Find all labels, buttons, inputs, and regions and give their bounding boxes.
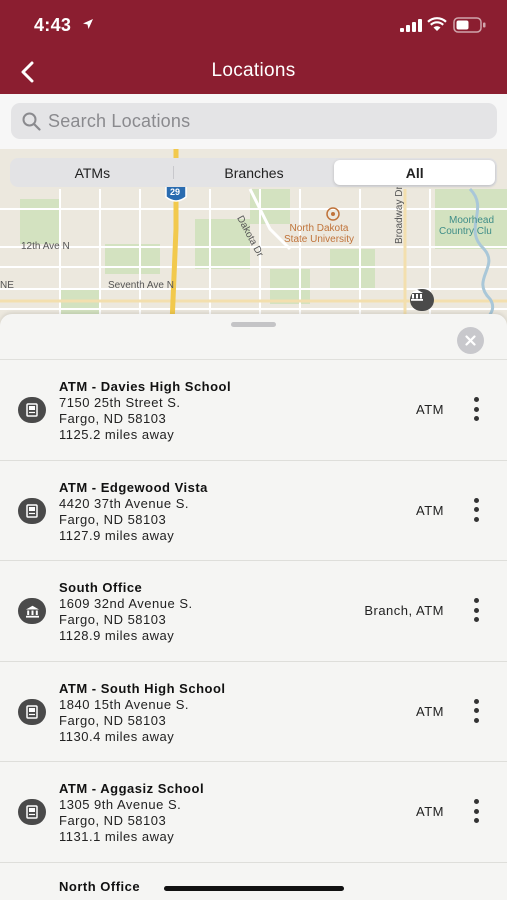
close-icon bbox=[465, 335, 476, 346]
location-type: ATM bbox=[416, 804, 444, 819]
location-row[interactable]: ATM - South High School 1840 15th Avenue… bbox=[0, 662, 507, 762]
location-distance: 1130.4 miles away bbox=[59, 728, 175, 744]
nav-bar: Locations bbox=[0, 50, 507, 94]
page-title: Locations bbox=[211, 60, 296, 81]
map-label-12th-ave: 12th Ave N bbox=[21, 241, 70, 252]
location-name: South Office bbox=[59, 580, 143, 595]
map-label-ndsu-line2: State University bbox=[284, 234, 355, 245]
map-pin-bank-icon[interactable] bbox=[410, 289, 434, 311]
location-row[interactable]: ATM - Aggasiz School 1305 9th Avenue S. … bbox=[0, 762, 507, 863]
location-type: Branch, ATM bbox=[364, 603, 444, 618]
location-city: Fargo, ND 58103 bbox=[59, 712, 167, 728]
location-type: ATM bbox=[416, 502, 444, 518]
search-input[interactable]: Search Locations bbox=[11, 103, 497, 139]
location-details: ATM - South High School 1840 15th Avenue… bbox=[59, 681, 226, 745]
location-street: 1840 15th Avenue S. bbox=[59, 696, 189, 712]
location-name: ATM - Edgewood Vista bbox=[59, 479, 208, 495]
more-options-icon[interactable] bbox=[464, 394, 488, 424]
location-city: Fargo, ND 58103 bbox=[59, 411, 167, 426]
location-details: ATM - Aggasiz School 1305 9th Avenue S. … bbox=[59, 781, 204, 845]
more-options-icon[interactable] bbox=[464, 796, 488, 826]
location-city: Fargo, ND 58103 bbox=[59, 813, 167, 828]
locations-list: ATM - Davies High School 7150 25th Stree… bbox=[0, 360, 507, 863]
location-distance: 1127.9 miles away bbox=[59, 527, 175, 543]
location-distance: 1125.2 miles away bbox=[59, 427, 175, 442]
app-header: 4:43 Locations bbox=[0, 0, 507, 94]
atm-icon bbox=[18, 397, 46, 423]
home-indicator bbox=[164, 886, 344, 891]
status-time: 4:43 bbox=[34, 15, 72, 35]
atm-icon bbox=[18, 497, 46, 524]
map-label-moorhead-line1: Moorhead bbox=[449, 215, 495, 226]
signal-icon bbox=[400, 19, 422, 32]
location-street: 1305 9th Avenue S. bbox=[59, 797, 182, 812]
sheet-grabber-handle[interactable] bbox=[231, 322, 276, 327]
location-distance: 1128.9 miles away bbox=[59, 628, 175, 643]
bank-icon bbox=[18, 598, 46, 624]
location-city: Fargo, ND 58103 bbox=[59, 511, 167, 527]
location-details: ATM - Davies High School 7150 25th Stree… bbox=[59, 379, 231, 443]
more-options-icon[interactable] bbox=[464, 595, 488, 625]
battery-icon bbox=[453, 17, 486, 33]
atm-icon bbox=[18, 698, 46, 725]
location-city: Fargo, ND 58103 bbox=[59, 612, 167, 627]
location-details: South Office 1609 32nd Avenue S. Fargo, … bbox=[59, 580, 193, 644]
more-options-icon[interactable] bbox=[464, 696, 488, 726]
location-street: 1609 32nd Avenue S. bbox=[59, 596, 193, 611]
location-name: ATM - South High School bbox=[59, 680, 226, 696]
interstate-shield-label: 29 bbox=[170, 187, 181, 197]
map-label-moorhead-line2: Country Clu bbox=[439, 226, 492, 237]
map-label-ne: NE bbox=[0, 280, 14, 291]
search-placeholder: Search Locations bbox=[48, 111, 191, 131]
wifi-icon bbox=[427, 17, 447, 31]
location-type: ATM bbox=[416, 703, 444, 719]
location-row[interactable]: ATM - Davies High School 7150 25th Stree… bbox=[0, 360, 507, 461]
location-type-filter: ATMs Branches All bbox=[10, 158, 497, 187]
locations-sheet: ATM - Davies High School 7150 25th Stree… bbox=[0, 314, 507, 900]
search-bar-container: Search Locations bbox=[0, 94, 507, 149]
search-icon bbox=[22, 112, 41, 131]
map-label-moorhead: Moorhead Country Clu bbox=[439, 215, 494, 237]
location-row[interactable]: South Office 1609 32nd Avenue S. Fargo, … bbox=[0, 561, 507, 662]
map-label-seventh-ave: Seventh Ave N bbox=[108, 280, 174, 291]
status-bar: 4:43 bbox=[0, 0, 507, 50]
location-arrow-icon bbox=[83, 19, 93, 29]
map-label-broadway: Broadway Dr bbox=[394, 186, 405, 244]
segment-branches[interactable]: Branches bbox=[174, 160, 335, 185]
segment-atms[interactable]: ATMs bbox=[12, 160, 173, 185]
map-label-ndsu-line1: North Dakota bbox=[289, 223, 349, 234]
location-street: 4420 37th Avenue S. bbox=[59, 495, 189, 511]
location-row[interactable]: ATM - Edgewood Vista 4420 37th Avenue S.… bbox=[0, 461, 507, 561]
map-label-ndsu: North Dakota State University bbox=[284, 223, 354, 245]
more-options-icon[interactable] bbox=[464, 495, 488, 525]
location-name: ATM - Aggasiz School bbox=[59, 781, 205, 796]
location-type: ATM bbox=[416, 402, 444, 417]
location-street: 7150 25th Street S. bbox=[59, 395, 181, 410]
close-button[interactable] bbox=[457, 327, 484, 354]
segment-all[interactable]: All bbox=[334, 160, 496, 185]
location-details: ATM - Edgewood Vista 4420 37th Avenue S.… bbox=[59, 480, 208, 544]
atm-icon bbox=[18, 799, 46, 825]
location-name: ATM - Davies High School bbox=[59, 379, 232, 394]
location-distance: 1131.1 miles away bbox=[59, 829, 175, 844]
location-name-partial[interactable]: North Office bbox=[59, 879, 140, 894]
